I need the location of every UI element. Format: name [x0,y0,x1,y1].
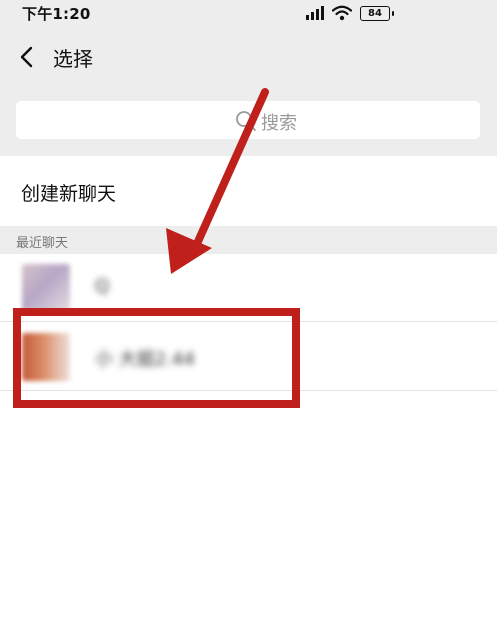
red-arrow-annotation [166,88,269,274]
red-box-annotation [13,308,300,408]
annotation-overlay [13,88,300,408]
